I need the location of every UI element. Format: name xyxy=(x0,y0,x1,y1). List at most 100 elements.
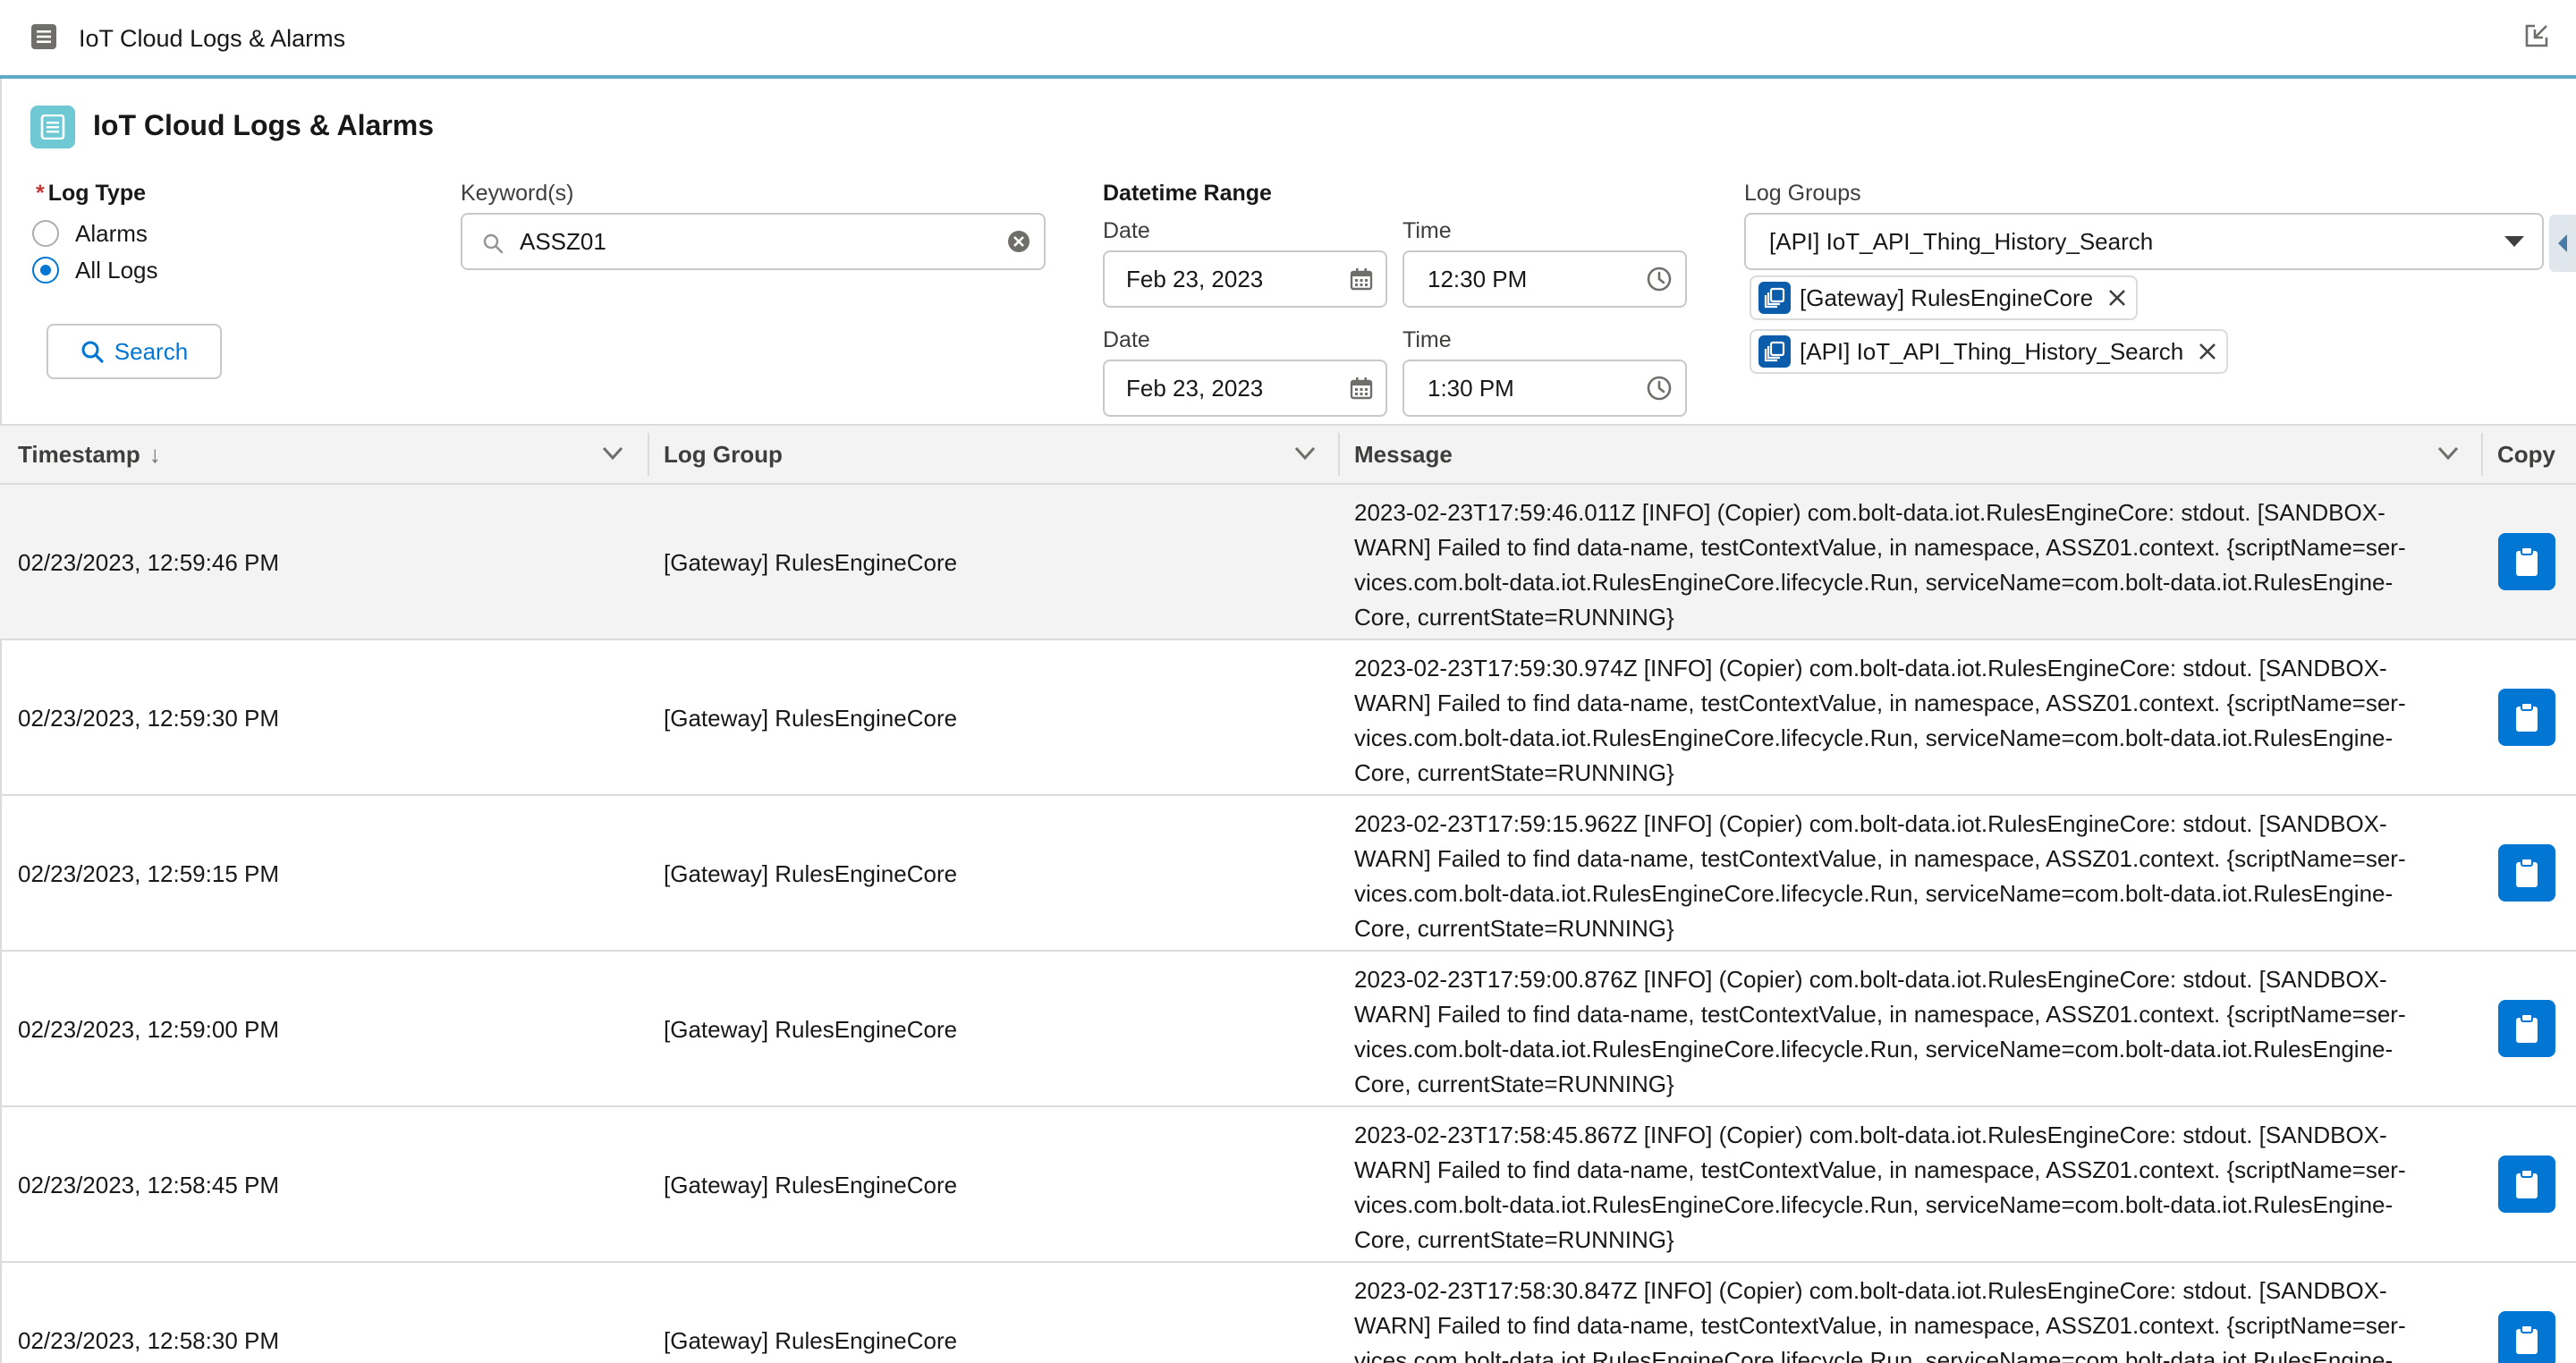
message-line: vices.com.bolt-data.iot.RulesEngineCore.… xyxy=(1354,1036,2394,1062)
radio-all-logs[interactable] xyxy=(32,257,59,284)
message-line: Core, currentState=RUNNING} xyxy=(1354,1071,1674,1097)
message-line: vices.com.bolt-data.iot.RulesEngineCore.… xyxy=(1354,724,2394,751)
end-time-label: Time xyxy=(1402,327,1452,352)
chevron-down-icon[interactable] xyxy=(2436,445,2460,461)
cell-message: 2023-02-23T17:58:45.867Z [INFO] (Copier)… xyxy=(1354,1118,2456,1257)
radio-alarms-label[interactable]: Alarms xyxy=(75,220,148,248)
clock-icon[interactable] xyxy=(1646,266,1673,292)
message-line: vices.com.bolt-data.iot.RulesEngineCore.… xyxy=(1354,569,2394,596)
window-bar: IoT Cloud Logs & Alarms xyxy=(0,0,2576,79)
message-line: WARN] Failed to find data-name, testCont… xyxy=(1354,845,2406,872)
message-line: WARN] Failed to find data-name, testCont… xyxy=(1354,1001,2406,1028)
copy-button[interactable] xyxy=(2498,689,2555,746)
log-type-label: * Log Type xyxy=(36,181,146,207)
clipboard-icon xyxy=(2516,1325,2538,1354)
message-line: WARN] Failed to find data-name, testCont… xyxy=(1354,1156,2406,1183)
start-date-label: Date xyxy=(1103,218,1150,243)
cell-timestamp: 02/23/2023, 12:59:00 PM xyxy=(18,1016,280,1043)
log-type-label-text: Log Type xyxy=(47,181,146,206)
datetime-range-label: Datetime Range xyxy=(1103,181,1272,206)
search-icon xyxy=(81,341,104,363)
log-groups-selected-value: [API] IoT_API_Thing_History_Search xyxy=(1769,227,2154,255)
search-button[interactable]: Search xyxy=(47,324,222,379)
message-line: Core, currentState=RUNNING} xyxy=(1354,1226,1674,1253)
start-date-input[interactable]: Feb 23, 2023 xyxy=(1103,250,1387,308)
column-header-message[interactable]: Message xyxy=(1354,426,2479,483)
column-divider[interactable] xyxy=(2481,433,2483,476)
column-header-copy: Copy xyxy=(2497,426,2569,483)
clipboard-icon xyxy=(2516,702,2538,732)
radio-alarms[interactable] xyxy=(32,220,59,247)
table-row[interactable]: 02/23/2023, 12:59:00 PM [Gateway] RulesEn… xyxy=(0,952,2576,1107)
message-line: vices.com.bolt-data.iot.RulesEngineCore.… xyxy=(1354,880,2394,907)
start-time-input[interactable]: 12:30 PM xyxy=(1402,250,1687,308)
cell-timestamp: 02/23/2023, 12:58:30 PM xyxy=(18,1327,280,1354)
chevron-down-icon[interactable] xyxy=(1293,445,1317,461)
column-header-timestamp-label: Timestamp xyxy=(18,440,140,468)
log-groups-combobox[interactable]: [API] IoT_API_Thing_History_Search xyxy=(1744,213,2544,270)
keyword-label: Keyword(s) xyxy=(461,181,574,206)
cell-message: 2023-02-23T17:59:00.876Z [INFO] (Copier)… xyxy=(1354,962,2456,1102)
cell-log-group: [Gateway] RulesEngineCore xyxy=(664,1016,958,1043)
log-group-pill-label: [API] IoT_API_Thing_History_Search xyxy=(1800,337,2184,365)
radio-all-logs-label[interactable]: All Logs xyxy=(75,257,158,284)
column-header-timestamp[interactable]: Timestamp ↓ xyxy=(18,426,644,483)
column-divider[interactable] xyxy=(648,433,649,476)
clear-icon[interactable] xyxy=(1006,229,1031,254)
cell-log-group: [Gateway] RulesEngineCore xyxy=(664,1327,958,1354)
column-header-message-label: Message xyxy=(1354,440,1453,468)
message-line: WARN] Failed to find data-name, testCont… xyxy=(1354,534,2406,561)
message-line: WARN] Failed to find data-name, testCont… xyxy=(1354,690,2406,716)
table-header: Timestamp ↓ Log Group Message Copy xyxy=(0,424,2576,485)
sort-desc-icon: ↓ xyxy=(148,440,161,468)
end-date-input[interactable]: Feb 23, 2023 xyxy=(1103,360,1387,417)
table-row[interactable]: 02/23/2023, 12:58:45 PM [Gateway] RulesEn… xyxy=(0,1107,2576,1263)
table-row[interactable]: 02/23/2023, 12:59:15 PM [Gateway] RulesEn… xyxy=(0,796,2576,952)
popout-icon[interactable] xyxy=(2522,21,2551,50)
column-header-log-group-label: Log Group xyxy=(664,440,783,468)
message-line: 2023-02-23T17:58:45.867Z [INFO] (Copier)… xyxy=(1354,1122,2387,1148)
list-icon xyxy=(31,24,56,49)
cell-timestamp: 02/23/2023, 12:59:15 PM xyxy=(18,860,280,887)
message-line: 2023-02-23T17:59:30.974Z [INFO] (Copier)… xyxy=(1354,655,2387,682)
cell-message: 2023-02-23T17:59:15.962Z [INFO] (Copier)… xyxy=(1354,807,2456,946)
keyword-input[interactable]: ASSZ01 xyxy=(461,213,1046,270)
cell-log-group: [Gateway] RulesEngineCore xyxy=(664,860,958,887)
copy-button[interactable] xyxy=(2498,1311,2555,1363)
copy-button[interactable] xyxy=(2498,1000,2555,1057)
message-line: WARN] Failed to find data-name, testCont… xyxy=(1354,1312,2406,1339)
end-time-input[interactable]: 1:30 PM xyxy=(1402,360,1687,417)
column-header-log-group[interactable]: Log Group xyxy=(664,426,1336,483)
log-table-body: 02/23/2023, 12:59:46 PM [Gateway] RulesEn… xyxy=(0,485,2576,1363)
cell-timestamp: 02/23/2023, 12:59:46 PM xyxy=(18,549,280,576)
clock-icon[interactable] xyxy=(1646,375,1673,402)
cell-message: 2023-02-23T17:59:46.011Z [INFO] (Copier)… xyxy=(1354,495,2456,635)
calendar-icon[interactable] xyxy=(1350,377,1373,400)
end-date-label: Date xyxy=(1103,327,1150,352)
clipboard-icon xyxy=(2516,1013,2538,1043)
start-time-label: Time xyxy=(1402,218,1452,243)
search-icon xyxy=(483,233,504,254)
message-line: 2023-02-23T17:59:15.962Z [INFO] (Copier)… xyxy=(1354,810,2387,837)
chevron-down-icon[interactable] xyxy=(2503,234,2526,249)
chevron-down-icon[interactable] xyxy=(601,445,624,461)
cell-log-group: [Gateway] RulesEngineCore xyxy=(664,1172,958,1198)
clipboard-icon xyxy=(2516,1169,2538,1198)
side-panel-toggle[interactable] xyxy=(2549,215,2576,272)
start-date-value: Feb 23, 2023 xyxy=(1126,265,1264,292)
close-icon[interactable] xyxy=(2198,342,2217,361)
close-icon[interactable] xyxy=(2107,288,2127,308)
table-row[interactable]: 02/23/2023, 12:59:30 PM [Gateway] RulesEn… xyxy=(0,640,2576,796)
logs-app-icon xyxy=(30,106,75,148)
calendar-icon[interactable] xyxy=(1350,267,1373,291)
table-row[interactable]: 02/23/2023, 12:58:30 PM [Gateway] RulesEn… xyxy=(0,1263,2576,1363)
message-line: 2023-02-23T17:58:30.847Z [INFO] (Copier)… xyxy=(1354,1277,2387,1304)
copy-button[interactable] xyxy=(2498,533,2555,590)
message-line: vices.com.bolt-data.iot.RulesEngineCore.… xyxy=(1354,1347,2394,1363)
copy-button[interactable] xyxy=(2498,844,2555,902)
table-row[interactable]: 02/23/2023, 12:59:46 PM [Gateway] RulesEn… xyxy=(0,485,2576,640)
column-divider[interactable] xyxy=(1338,433,1340,476)
message-line: Core, currentState=RUNNING} xyxy=(1354,759,1674,786)
search-button-label: Search xyxy=(114,337,189,365)
copy-button[interactable] xyxy=(2498,1156,2555,1213)
